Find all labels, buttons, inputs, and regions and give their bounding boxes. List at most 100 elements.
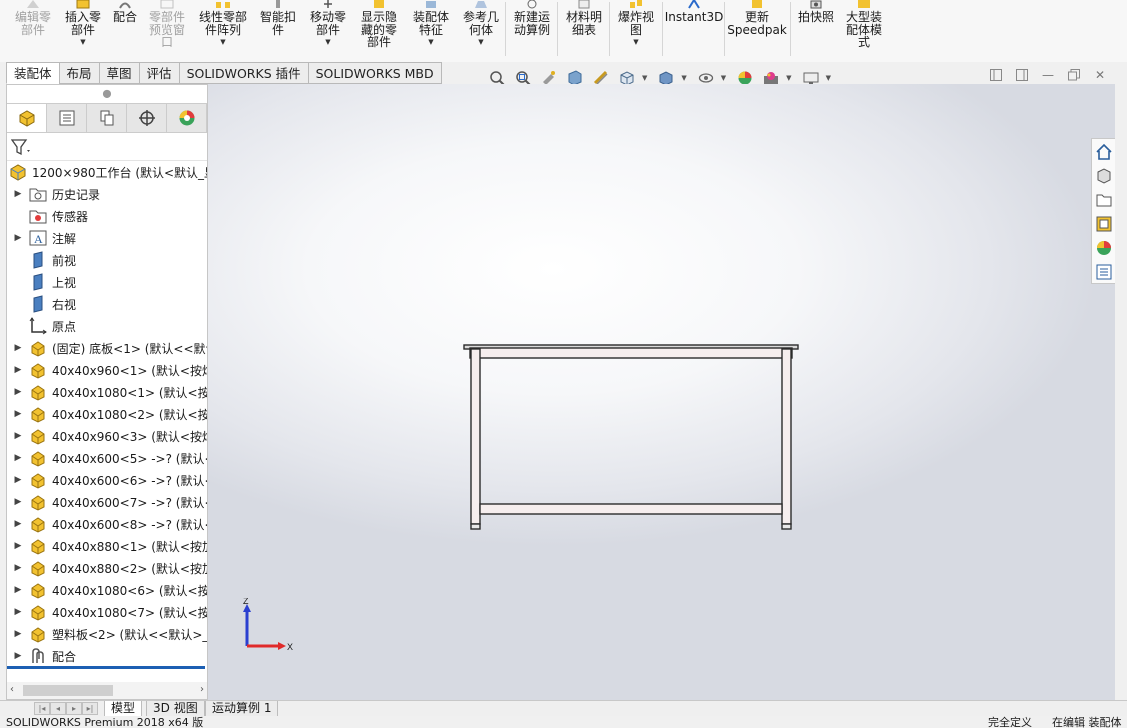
- new-motion-study-button[interactable]: 新建运 动算例: [509, 0, 555, 58]
- tree-item[interactable]: ▶ 40x40x960<1> (默认<按焊件切割清单>): [7, 359, 207, 381]
- bill-of-materials-button[interactable]: 材料明 细表: [561, 0, 607, 58]
- chevron-down-icon[interactable]: ▼: [220, 38, 225, 46]
- tab-solidworks-mbd[interactable]: SOLIDWORKS MBD: [307, 62, 442, 84]
- scroll-thumb[interactable]: [23, 685, 113, 696]
- tree-item[interactable]: ▶ 40x40x1080<6> (默认<按焊件切割清单>): [7, 579, 207, 601]
- expand-arrow-icon[interactable]: ▶: [7, 519, 29, 529]
- update-speedpak-button[interactable]: 更新 Speedpak: [727, 0, 787, 58]
- expand-arrow-icon[interactable]: ▶: [7, 541, 29, 551]
- expand-arrow-icon[interactable]: ▶: [7, 475, 29, 485]
- expand-arrow-icon[interactable]: ▶: [7, 365, 29, 375]
- expand-arrow-icon[interactable]: ▶: [7, 431, 29, 441]
- tree-item[interactable]: ▶ 40x40x880<2> (默认<按加工>): [7, 557, 207, 579]
- panel-grip[interactable]: ⬤: [7, 85, 207, 103]
- tab-model[interactable]: 模型: [104, 701, 143, 717]
- tab-motion-study-1[interactable]: 运动算例 1: [205, 701, 279, 717]
- restore-icon[interactable]: [1067, 68, 1081, 82]
- tab-3d-view[interactable]: 3D 视图: [146, 701, 205, 717]
- first-tab-icon[interactable]: |◂: [34, 702, 50, 715]
- mate-button[interactable]: 配合: [108, 0, 142, 58]
- chevron-down-icon[interactable]: ▼: [681, 74, 686, 82]
- display-manager-tab[interactable]: [167, 104, 207, 132]
- next-tab-icon[interactable]: ▸: [66, 702, 82, 715]
- tile-right-icon[interactable]: [1015, 68, 1029, 82]
- expand-arrow-icon[interactable]: ▶: [7, 453, 29, 463]
- expand-arrow-icon[interactable]: ▶: [7, 387, 29, 397]
- tree-item[interactable]: 前视: [7, 249, 207, 271]
- reference-geometry-button[interactable]: 参考几 何体 ▼: [458, 0, 504, 58]
- workbench-model[interactable]: [208, 84, 1115, 700]
- close-icon[interactable]: ✕: [1093, 68, 1107, 82]
- file-explorer-icon[interactable]: [1093, 189, 1115, 211]
- tree-item[interactable]: ▶ 塑料板<2> (默认<<默认>_显示状态 1>): [7, 623, 207, 645]
- insert-component-button[interactable]: 插入零 部件 ▼: [60, 0, 106, 58]
- design-library-icon[interactable]: [1093, 165, 1115, 187]
- linear-component-pattern-button[interactable]: 线性零部 件阵列 ▼: [194, 0, 252, 58]
- tree-filter[interactable]: [7, 133, 207, 161]
- large-assembly-mode-button[interactable]: 大型装 配体模 式: [841, 0, 887, 58]
- view-palette-icon[interactable]: [1093, 213, 1115, 235]
- feature-manager-tab[interactable]: [7, 104, 47, 132]
- tree-item[interactable]: ▶ 配合: [7, 645, 207, 667]
- tile-left-icon[interactable]: [989, 68, 1003, 82]
- show-hidden-components-button[interactable]: 显示隐 藏的零 部件: [356, 0, 402, 58]
- tree-item[interactable]: ▶ 40x40x1080<2> (默认<按焊件切割清单>): [7, 403, 207, 425]
- tree-item[interactable]: ▶ 40x40x960<3> (默认<按焊件切割清单>): [7, 425, 207, 447]
- rollback-bar[interactable]: [7, 666, 205, 669]
- chevron-down-icon[interactable]: ▼: [478, 38, 483, 46]
- component-preview-window-button[interactable]: 零部件 预览窗 口: [144, 0, 190, 58]
- chevron-down-icon[interactable]: ▼: [721, 74, 726, 82]
- assembly-features-button[interactable]: 装配体 特征 ▼: [408, 0, 454, 58]
- last-tab-icon[interactable]: ▸|: [82, 702, 98, 715]
- expand-arrow-icon[interactable]: ▶: [7, 629, 29, 639]
- minimize-icon[interactable]: —: [1041, 68, 1055, 82]
- take-snapshot-button[interactable]: 拍快照: [794, 0, 838, 58]
- tree-item[interactable]: ▶ 40x40x880<1> (默认<按加工>): [7, 535, 207, 557]
- expand-arrow-icon[interactable]: ▶: [7, 651, 29, 661]
- scroll-left-icon[interactable]: ‹: [10, 684, 14, 695]
- property-manager-tab[interactable]: [47, 104, 87, 132]
- home-icon[interactable]: [1093, 141, 1115, 163]
- chevron-down-icon[interactable]: ▼: [826, 74, 831, 82]
- tree-item[interactable]: ▶ 40x40x600<7> ->? (默认<按焊件切割清单>): [7, 491, 207, 513]
- chevron-down-icon[interactable]: ▼: [786, 74, 791, 82]
- prev-tab-icon[interactable]: ◂: [50, 702, 66, 715]
- scroll-right-icon[interactable]: ›: [200, 684, 204, 695]
- expand-arrow-icon[interactable]: ▶: [7, 585, 29, 595]
- tab-layout[interactable]: 布局: [58, 62, 99, 84]
- tree-item[interactable]: 上视: [7, 271, 207, 293]
- expand-arrow-icon[interactable]: ▶: [7, 189, 29, 199]
- tree-item[interactable]: ▶ 40x40x600<8> ->? (默认<按焊件切割清单>): [7, 513, 207, 535]
- tab-sketch[interactable]: 草图: [98, 62, 139, 84]
- smart-fasteners-button[interactable]: 智能扣 件: [255, 0, 301, 58]
- expand-arrow-icon[interactable]: ▶: [7, 563, 29, 573]
- tree-item[interactable]: ▶ 历史记录: [7, 183, 207, 205]
- configuration-manager-tab[interactable]: [87, 104, 127, 132]
- horizontal-scrollbar[interactable]: ‹ ›: [7, 682, 207, 699]
- tree-item[interactable]: ▶ 40x40x600<6> ->? (默认<按焊件切割清单>): [7, 469, 207, 491]
- tree-item[interactable]: 右视: [7, 293, 207, 315]
- graphics-area[interactable]: Z X: [208, 84, 1115, 700]
- dimxpert-manager-tab[interactable]: [127, 104, 167, 132]
- custom-properties-icon[interactable]: [1093, 261, 1115, 283]
- move-component-button[interactable]: 移动零 部件 ▼: [304, 0, 352, 58]
- expand-arrow-icon[interactable]: ▶: [7, 233, 29, 243]
- chevron-down-icon[interactable]: ▼: [633, 38, 638, 46]
- tree-item[interactable]: ▶ A 注解: [7, 227, 207, 249]
- tree-item[interactable]: ▶ (固定) 底板<1> (默认<<默认>_显示状态 1>): [7, 337, 207, 359]
- tab-solidworks-addins[interactable]: SOLIDWORKS 插件: [178, 62, 308, 84]
- appearances-scenes-icon[interactable]: [1093, 237, 1115, 259]
- expand-arrow-icon[interactable]: ▶: [7, 343, 29, 353]
- exploded-view-button[interactable]: 爆炸视 图 ▼: [613, 0, 659, 58]
- tree-item[interactable]: 原点: [7, 315, 207, 337]
- tab-assembly[interactable]: 装配体: [6, 62, 59, 84]
- tree-item[interactable]: ▶ 40x40x1080<7> (默认<按焊件切割清单>): [7, 601, 207, 623]
- tree-item[interactable]: 传感器: [7, 205, 207, 227]
- expand-arrow-icon[interactable]: ▶: [7, 607, 29, 617]
- chevron-down-icon[interactable]: ▼: [428, 38, 433, 46]
- tree-item[interactable]: ▶ 40x40x1080<1> (默认<按焊件切割清单>): [7, 381, 207, 403]
- tree-item[interactable]: ▶ 40x40x600<5> ->? (默认<按焊件切割清单>): [7, 447, 207, 469]
- chevron-down-icon[interactable]: ▼: [325, 38, 330, 46]
- edit-component-button[interactable]: 编辑零 部件: [10, 0, 56, 58]
- tree-root[interactable]: 1200×980工作台 (默认<默认_显示状态-1>): [7, 161, 207, 183]
